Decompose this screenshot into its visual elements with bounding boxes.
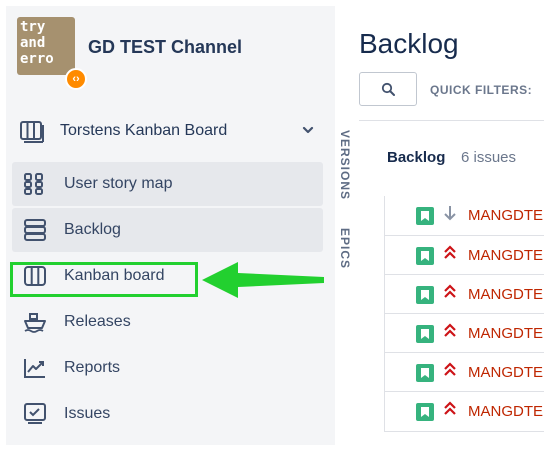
sidebar-item-reports[interactable]: Reports <box>12 346 323 390</box>
sidebar-item-label: Backlog <box>64 221 121 238</box>
priority-low-icon <box>444 206 456 221</box>
issue-key[interactable]: MANGDTE <box>468 403 543 420</box>
issue-row[interactable]: MANGDTE <box>385 352 544 391</box>
sidebar-item-label: Issues <box>64 405 111 422</box>
priority-highest-icon <box>444 284 456 298</box>
board-selector[interactable]: Torstens Kanban Board <box>18 111 323 151</box>
sidebar-item-user-story-map[interactable]: User story map <box>12 162 323 206</box>
backlog-title: Backlog <box>387 149 446 166</box>
issues-icon <box>21 400 49 428</box>
sidebar-item-label: Releases <box>64 313 131 330</box>
backlog-issue-count: 6 issues <box>461 149 517 166</box>
story-icon <box>416 247 434 265</box>
issue-row[interactable]: MANGDTE <box>385 313 544 352</box>
ship-icon <box>21 308 49 336</box>
chevron-down-icon[interactable] <box>301 123 315 137</box>
page-title: Backlog <box>359 28 459 59</box>
backlog-section-header[interactable]: Backlog 6 issues <box>359 121 544 195</box>
issue-row[interactable]: MANGDTE <box>385 196 544 235</box>
story-icon <box>416 403 434 421</box>
search-input[interactable] <box>359 72 417 106</box>
priority-highest-icon <box>444 401 456 415</box>
priority-highest-icon <box>444 245 456 259</box>
tab-versions[interactable]: VERSIONS <box>338 130 352 200</box>
board-selector-label: Torstens Kanban Board <box>60 122 228 139</box>
annotation-arrow-icon <box>202 262 324 298</box>
search-icon <box>381 82 395 96</box>
story-icon <box>416 364 434 382</box>
annotation-highlight-box <box>10 262 198 297</box>
project-name[interactable]: GD TEST Channel <box>88 37 242 58</box>
issue-list: MANGDTE MANGDTE MANGDTE MANGDTE MANGDTE … <box>384 196 544 432</box>
sidebar-item-releases[interactable]: Releases <box>12 300 323 344</box>
story-icon <box>416 325 434 343</box>
issue-key[interactable]: MANGDTE <box>468 364 543 381</box>
priority-highest-icon <box>444 362 456 376</box>
story-icon <box>416 286 434 304</box>
sidebar-item-label: Reports <box>64 359 121 376</box>
issue-row[interactable]: MANGDTE <box>385 235 544 274</box>
project-avatar-text: try and erro <box>20 19 54 67</box>
project-sidebar: try and erro ‹› GD TEST Channel Torstens… <box>6 6 335 445</box>
sidebar-item-label: User story map <box>64 175 173 192</box>
project-avatar[interactable]: try and erro ‹› <box>17 17 87 90</box>
story-icon <box>416 207 434 225</box>
issue-key[interactable]: MANGDTE <box>468 207 543 224</box>
issue-row[interactable]: MANGDTE <box>385 391 544 430</box>
backlog-icon <box>21 216 49 244</box>
code-icon: ‹› <box>65 68 87 90</box>
grid-dots-icon <box>21 170 49 198</box>
chart-line-icon <box>21 354 49 382</box>
issue-key[interactable]: MANGDTE <box>468 325 543 342</box>
board-icon <box>20 121 44 143</box>
side-tabs: VERSIONS EPICS <box>335 120 359 450</box>
tab-epics[interactable]: EPICS <box>338 228 352 269</box>
sidebar-item-backlog[interactable]: Backlog <box>12 208 323 252</box>
sidebar-item-issues[interactable]: Issues <box>12 392 323 436</box>
issue-row[interactable]: MANGDTE <box>385 274 544 313</box>
priority-highest-icon <box>444 323 456 337</box>
issue-key[interactable]: MANGDTE <box>468 247 543 264</box>
quick-filters-label: QUICK FILTERS: <box>430 83 533 97</box>
issue-key[interactable]: MANGDTE <box>468 286 543 303</box>
